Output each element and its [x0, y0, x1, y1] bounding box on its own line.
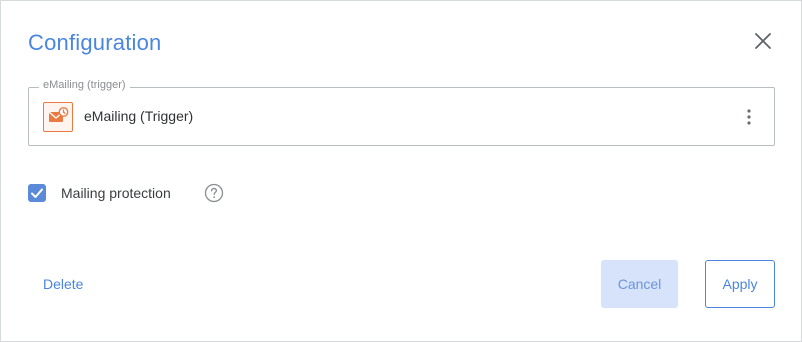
delete-button[interactable]: Delete: [43, 276, 83, 292]
emailing-trigger-icon: [43, 102, 73, 132]
mailing-protection-checkbox[interactable]: [28, 184, 46, 202]
trigger-field[interactable]: eMailing (trigger) eMailing (Trigger): [28, 79, 775, 146]
more-options-button[interactable]: [741, 106, 757, 128]
close-button[interactable]: [751, 29, 775, 53]
dialog-title: Configuration: [28, 30, 162, 55]
trigger-field-legend: eMailing (trigger): [39, 79, 130, 91]
apply-button[interactable]: Apply: [705, 260, 775, 308]
close-icon: [755, 33, 771, 49]
trigger-label: eMailing (Trigger): [84, 108, 194, 124]
checkmark-icon: [31, 188, 43, 198]
configuration-dialog: Configuration eMailing (trigger) eMailin…: [0, 0, 802, 342]
cancel-button[interactable]: Cancel: [601, 260, 678, 308]
question-mark-icon: [204, 183, 224, 203]
help-button[interactable]: [204, 183, 224, 203]
mailing-protection-label[interactable]: Mailing protection: [61, 185, 171, 201]
kebab-menu-icon: [747, 109, 751, 125]
